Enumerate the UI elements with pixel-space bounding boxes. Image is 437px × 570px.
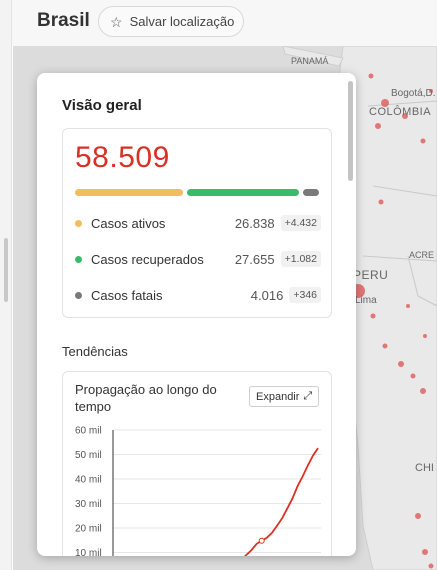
- stat-row-fatal: Casos fatais 4.016 +346: [75, 285, 321, 305]
- save-location-button[interactable]: ☆ Salvar localização: [98, 6, 244, 37]
- panel-scrollbar[interactable]: [348, 81, 353, 181]
- total-cases: 58.509: [75, 141, 170, 174]
- trend-card: Propagação ao longo do tempo Expandir ⤢ …: [62, 371, 332, 556]
- trend-card-title: Propagação ao longo do tempo: [75, 382, 217, 414]
- map-label-panama: PANAMÁ: [291, 56, 329, 66]
- left-edge-strip: [0, 0, 12, 570]
- stat-delta-badge: +4.432: [280, 215, 321, 231]
- map-label-bogota: Bogotá,D.: [391, 88, 436, 99]
- y-tick-label: 60 mil: [75, 426, 102, 437]
- recovered-bar-segment: [187, 189, 299, 196]
- stat-row-recovered: Casos recuperados 27.655 +1.082: [75, 249, 321, 269]
- stat-value: 4.016: [250, 287, 284, 303]
- map-label-peru: PERU: [353, 268, 389, 282]
- map-label-colombia: COLÔMBIA: [369, 106, 432, 118]
- stat-value: 26.838: [234, 215, 275, 231]
- active-bar-segment: [75, 189, 183, 196]
- resize-handle[interactable]: [4, 238, 8, 302]
- expand-arrows-icon: ⤢: [303, 390, 313, 402]
- trend-line-chart: 60 mil 50 mil 40 mil 30 mil 20 mil 10 mil: [75, 426, 321, 556]
- map-label-lima: Lima: [355, 295, 377, 306]
- cases-bar: [75, 189, 321, 196]
- fatal-bar-segment: [303, 189, 319, 196]
- active-dot-icon: [75, 219, 82, 227]
- stat-delta-badge: +346: [289, 287, 321, 303]
- expand-button[interactable]: Expandir ⤢: [249, 386, 320, 407]
- expand-label: Expandir: [256, 390, 300, 403]
- star-outline-icon: ☆: [110, 13, 123, 30]
- y-tick-label: 30 mil: [75, 499, 102, 510]
- overview-card: 58.509 Casos ativos 26.838 +4.432 Casos …: [62, 128, 332, 318]
- stat-delta-badge: +1.082: [280, 251, 321, 267]
- y-tick-label: 50 mil: [75, 450, 102, 461]
- stat-label: Casos fatais: [91, 287, 163, 303]
- trends-heading: Tendências: [62, 344, 128, 359]
- save-location-label: Salvar localização: [129, 14, 235, 29]
- recovered-dot-icon: [75, 255, 82, 263]
- stat-row-active: Casos ativos 26.838 +4.432: [75, 213, 321, 233]
- stat-value: 27.655: [234, 251, 275, 267]
- y-tick-label: 10 mil: [75, 548, 102, 556]
- overview-panel: Visão geral 58.509 Casos ativos 26.838 +…: [37, 73, 356, 556]
- page-title: Brasil: [37, 10, 90, 31]
- stat-label: Casos recuperados: [91, 251, 204, 267]
- y-tick-label: 40 mil: [75, 475, 102, 486]
- map-label-chile: CHI: [415, 462, 434, 474]
- data-point-marker[interactable]: [258, 537, 265, 544]
- overview-title: Visão geral: [62, 97, 142, 114]
- fatal-dot-icon: [75, 291, 82, 299]
- map-label-acre: ACRE: [409, 250, 435, 260]
- y-tick-label: 20 mil: [75, 524, 102, 535]
- stat-label: Casos ativos: [91, 215, 166, 231]
- series-line: [243, 447, 319, 556]
